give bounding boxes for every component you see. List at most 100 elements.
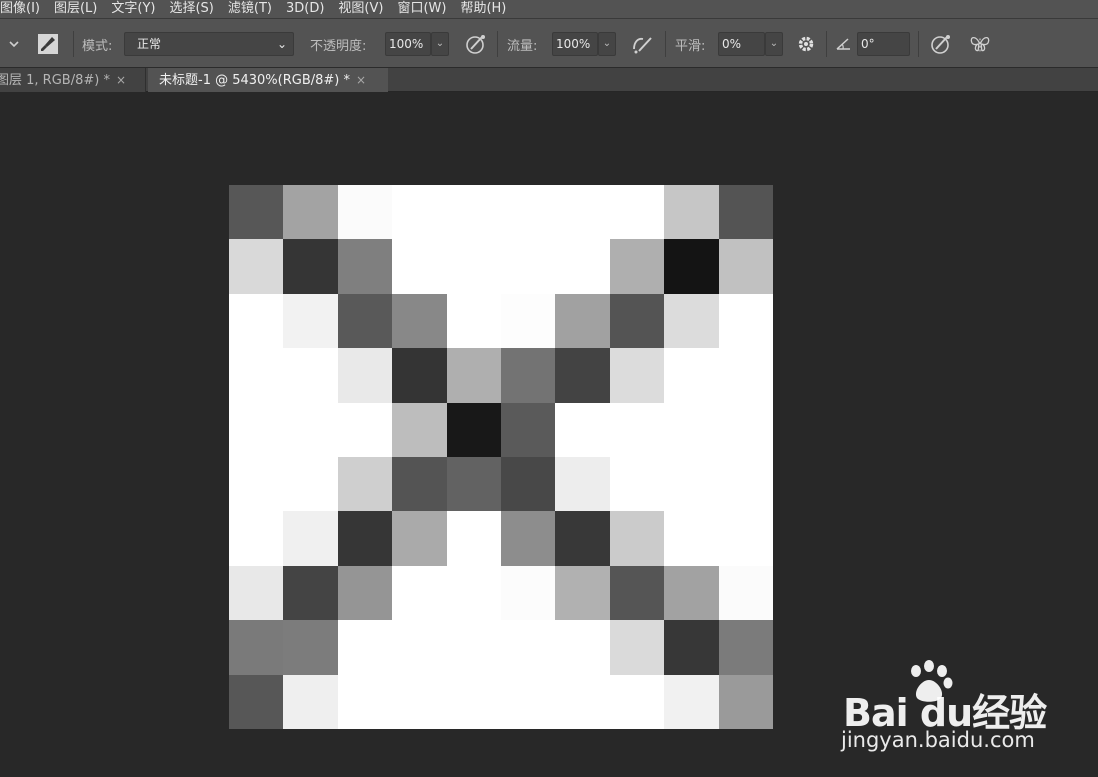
pixel-cell (555, 457, 610, 512)
pixel-cell (718, 620, 773, 675)
close-icon[interactable]: × (116, 73, 126, 87)
pressure-opacity-icon[interactable] (464, 32, 488, 56)
gear-icon[interactable] (794, 32, 818, 56)
pixel-cell (609, 511, 665, 566)
pixel-cell (718, 457, 773, 512)
pixel-cell (337, 348, 393, 403)
pixel-cell (446, 674, 501, 729)
menu-select[interactable]: 选择(S) (169, 0, 213, 18)
pixel-cell (392, 348, 447, 403)
menu-filter[interactable]: 滤镜(T) (228, 0, 272, 18)
pixel-cell (718, 239, 773, 294)
pixel-cell (229, 402, 284, 457)
symmetry-butterfly-icon[interactable] (968, 32, 992, 56)
pixel-cell (229, 674, 284, 729)
pixel-cell (555, 293, 610, 349)
pixel-cell (283, 239, 338, 294)
pixel-cell (555, 565, 610, 621)
mode-select[interactable]: 正常 ⌄ (124, 32, 294, 56)
pixel-cell (555, 239, 610, 294)
pixel-cell (501, 674, 556, 729)
tab-label: 图层 1, RGB/8#) * (0, 73, 110, 88)
pixel-cell (555, 674, 610, 729)
pixel-cell (664, 348, 719, 403)
menu-help[interactable]: 帮助(H) (460, 0, 506, 18)
pixel-cell (446, 511, 501, 566)
pixel-cell (609, 565, 665, 621)
pixel-cell (283, 620, 338, 675)
pixel-cell (555, 185, 610, 240)
pixel-cell (664, 239, 719, 294)
pixel-cell (446, 620, 501, 675)
pixel-cell (392, 511, 447, 566)
baidu-jingyan-watermark: Bai du经验 jingyan.baidu.com (841, 660, 1047, 760)
flow-input[interactable]: 100% (552, 32, 598, 56)
pixel-cell (501, 620, 556, 675)
opacity-dropdown-chevron-down-icon[interactable]: ⌄ (431, 32, 449, 56)
menu-view[interactable]: 视图(V) (338, 0, 383, 18)
menu-type[interactable]: 文字(Y) (111, 0, 155, 18)
pixel-cell (392, 620, 447, 675)
pixel-cell (609, 674, 665, 729)
pixel-cell (229, 511, 284, 566)
flow-label: 流量: (507, 39, 538, 54)
opacity-input[interactable]: 100% (385, 32, 431, 56)
pixel-cell (229, 293, 284, 349)
separator (918, 31, 919, 57)
pixel-cell (392, 674, 447, 729)
mode-value: 正常 (137, 37, 162, 51)
pixel-cell (501, 293, 556, 349)
pixel-cell (501, 511, 556, 566)
pixel-cell (501, 348, 556, 403)
smoothing-input[interactable]: 0% (718, 32, 765, 56)
pixel-cell (446, 239, 501, 294)
menu-window[interactable]: 窗口(W) (397, 0, 446, 18)
tool-preset-chevron-down-icon[interactable] (2, 32, 26, 56)
pixel-cell (501, 565, 556, 621)
separator (826, 31, 827, 57)
pixel-cell (664, 185, 719, 240)
menu-3d[interactable]: 3D(D) (286, 0, 324, 18)
flow-dropdown-chevron-down-icon[interactable]: ⌄ (598, 32, 616, 56)
menu-layer[interactable]: 图层(L) (54, 0, 97, 18)
pixel-cell (555, 511, 610, 566)
pixel-cell (501, 239, 556, 294)
pixel-cell (337, 402, 393, 457)
pixel-cell (609, 239, 665, 294)
angle-input[interactable]: 0° (857, 32, 910, 56)
pixel-cell (555, 348, 610, 403)
pixel-cell (609, 293, 665, 349)
pixel-cell (446, 565, 501, 621)
pixel-cell (337, 293, 393, 349)
smoothing-dropdown-chevron-down-icon[interactable]: ⌄ (765, 32, 783, 56)
tab-layer-1[interactable]: 图层 1, RGB/8#) * × (0, 68, 146, 92)
pixel-cell (392, 239, 447, 294)
pixel-cell (392, 402, 447, 457)
menu-image[interactable]: 图像(I) (0, 0, 40, 18)
pixel-cell (446, 348, 501, 403)
pixel-cell (229, 565, 284, 621)
pixel-cell (392, 457, 447, 512)
close-icon[interactable]: × (356, 73, 366, 87)
menu-bar: 图像(I) 图层(L) 文字(Y) 选择(S) 滤镜(T) 3D(D) 视图(V… (0, 0, 1098, 18)
pixel-cell (446, 293, 501, 349)
tab-untitled-1[interactable]: 未标题-1 @ 5430%(RGB/8#) * × (148, 68, 388, 92)
pixel-cell (337, 239, 393, 294)
pixel-cell (718, 185, 773, 240)
pixel-cell (283, 293, 338, 349)
angle-icon (832, 32, 856, 56)
airbrush-icon[interactable] (630, 32, 654, 56)
brush-tool-icon[interactable] (36, 32, 60, 56)
pressure-size-icon[interactable] (929, 32, 953, 56)
pixel-cell (664, 620, 719, 675)
separator (73, 31, 74, 57)
opacity-label: 不透明度: (310, 39, 367, 54)
pixel-cell (718, 402, 773, 457)
pixel-cell (337, 565, 393, 621)
pixel-cell (283, 402, 338, 457)
document-image[interactable] (229, 185, 773, 729)
pixel-cell (337, 620, 393, 675)
pixel-cell (229, 620, 284, 675)
pixel-cell (337, 511, 393, 566)
pixel-cell (718, 674, 773, 729)
